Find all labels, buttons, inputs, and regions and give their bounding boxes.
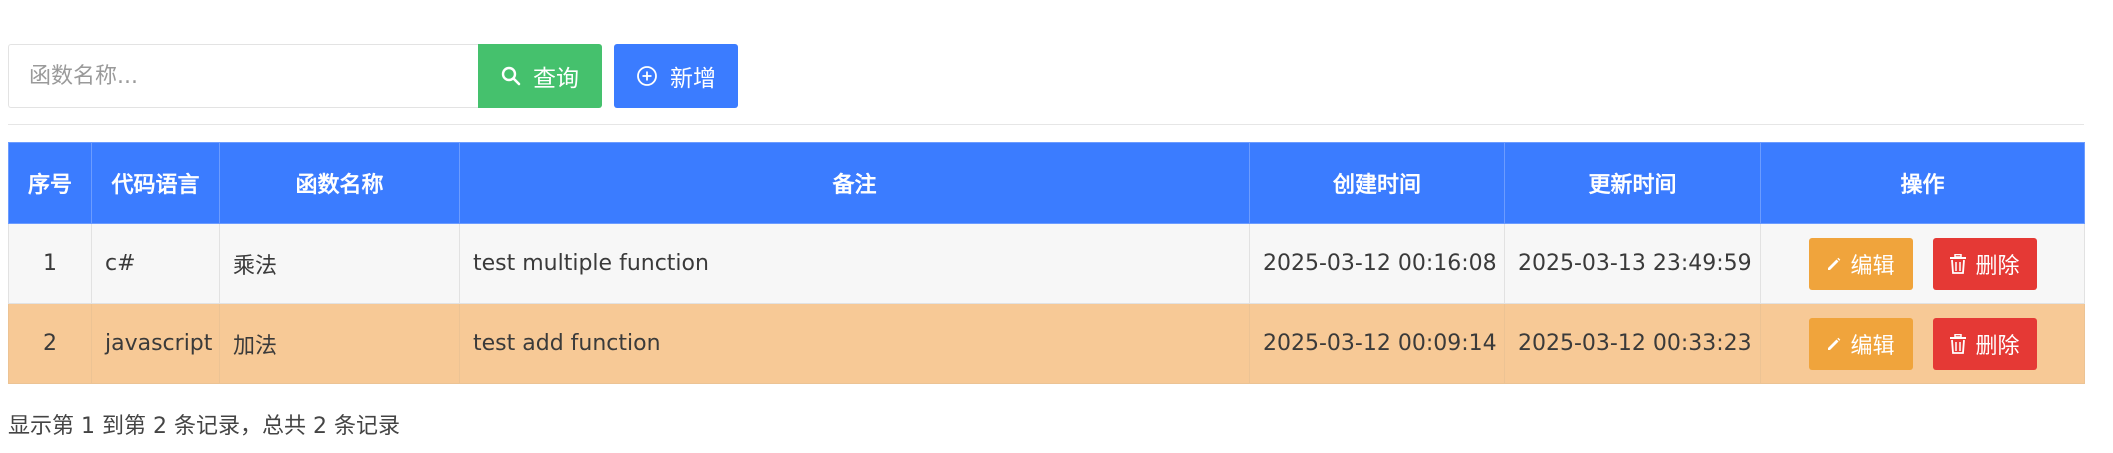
column-header-actions: 操作 — [1760, 142, 2085, 224]
cell-language: javascript — [91, 303, 220, 384]
pencil-icon — [1826, 256, 1842, 272]
plus-circle-icon — [636, 65, 658, 87]
column-header-remark[interactable]: 备注 — [459, 142, 1250, 224]
cell-actions: 编辑 删除 — [1760, 303, 2085, 384]
table-row[interactable]: 2 javascript 加法 test add function 2025-0… — [8, 303, 2085, 384]
cell-remark: test multiple function — [459, 223, 1250, 304]
cell-actions: 编辑 删除 — [1760, 223, 2085, 304]
add-button-label: 新增 — [670, 66, 716, 92]
column-header-created[interactable]: 创建时间 — [1249, 142, 1505, 224]
edit-button-label: 编辑 — [1850, 333, 1895, 359]
table-row[interactable]: 1 c# 乘法 test multiple function 2025-03-1… — [8, 223, 2085, 304]
edit-button[interactable]: 编辑 — [1808, 237, 1913, 290]
search-input[interactable] — [8, 44, 478, 108]
column-header-name[interactable]: 函数名称 — [219, 142, 460, 224]
edit-button[interactable]: 编辑 — [1808, 317, 1913, 370]
cell-updated: 2025-03-12 00:33:23 — [1504, 303, 1761, 384]
table-header-row: 序号 代码语言 函数名称 备注 创建时间 更新时间 操作 — [8, 142, 2085, 224]
add-button[interactable]: 新增 — [614, 44, 738, 108]
functions-table: 序号 代码语言 函数名称 备注 创建时间 更新时间 操作 1 c# 乘法 tes… — [8, 142, 2085, 384]
cell-name: 乘法 — [219, 223, 460, 304]
cell-name: 加法 — [219, 303, 460, 384]
trash-icon — [1949, 333, 1967, 354]
pencil-icon — [1826, 336, 1842, 352]
search-icon — [501, 66, 521, 86]
query-button[interactable]: 查询 — [478, 44, 602, 108]
cell-remark: test add function — [459, 303, 1250, 384]
cell-created: 2025-03-12 00:16:08 — [1249, 223, 1505, 304]
pagination-summary: 显示第 1 到第 2 条记录，总共 2 条记录 — [8, 414, 400, 439]
cell-index: 2 — [8, 303, 92, 384]
cell-language: c# — [91, 223, 220, 304]
delete-button-label: 删除 — [1975, 333, 2020, 359]
divider — [8, 124, 2084, 125]
cell-index: 1 — [8, 223, 92, 304]
trash-icon — [1949, 253, 1967, 274]
edit-button-label: 编辑 — [1850, 253, 1895, 279]
column-header-language[interactable]: 代码语言 — [91, 142, 220, 224]
column-header-updated[interactable]: 更新时间 — [1504, 142, 1761, 224]
delete-button[interactable]: 删除 — [1932, 317, 2037, 370]
query-button-label: 查询 — [533, 66, 579, 92]
delete-button-label: 删除 — [1975, 253, 2020, 279]
column-header-index[interactable]: 序号 — [8, 142, 92, 224]
cell-created: 2025-03-12 00:09:14 — [1249, 303, 1505, 384]
delete-button[interactable]: 删除 — [1932, 237, 2037, 290]
cell-updated: 2025-03-13 23:49:59 — [1504, 223, 1761, 304]
toolbar: 查询 新增 — [8, 44, 738, 108]
